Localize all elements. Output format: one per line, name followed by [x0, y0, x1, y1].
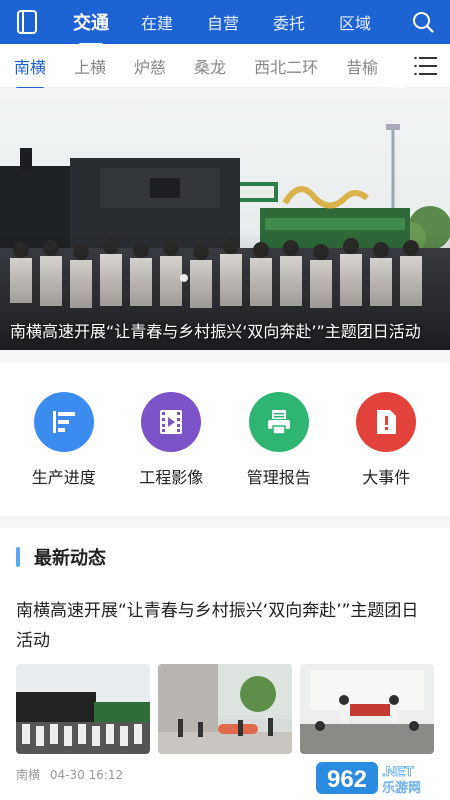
news-thumbnail-meeting [300, 664, 434, 754]
news-meta: 南横 04-30 16:12 [16, 766, 123, 783]
quick-link-major-events[interactable]: 大事件 [336, 378, 436, 498]
watermark-number: 962 [327, 766, 367, 793]
banner-carousel[interactable]: 南横高速开展“让青春与乡村振兴‘双向奔赴’”主题团日活动 [0, 88, 450, 350]
sub-nav-bar: 南横 上横 炉慈 桑龙 西北二环 昔榆 [0, 44, 450, 90]
section-divider [0, 516, 450, 528]
quick-link-label: 管理报告 [246, 468, 311, 487]
news-item-title[interactable]: 南横高速开展“让青春与乡村振兴‘双向奔赴’”主题团日活动 [16, 596, 434, 656]
section-divider [0, 350, 450, 362]
news-thumbnail-train [16, 664, 150, 754]
quick-links: 生产进度 工程影像 管理报告 大事件 [0, 378, 450, 498]
carousel-indicator-dot[interactable] [180, 274, 188, 282]
sub-tab-nanheng[interactable]: 南横 [0, 54, 60, 90]
quick-link-label: 大事件 [362, 468, 411, 487]
banner-caption[interactable]: 南横高速开展“让青春与乡村振兴‘双向奔赴’”主题团日活动 [10, 320, 440, 344]
watermark-net: .NET [382, 763, 414, 779]
news-thumbnails[interactable] [16, 664, 434, 754]
section-header-latest: 最新动态 [16, 544, 106, 570]
quick-link-management-report[interactable]: 管理报告 [229, 378, 329, 498]
sub-tab-sanglong[interactable]: 桑龙 [180, 54, 240, 78]
section-title: 最新动态 [34, 548, 106, 569]
tabs-fade [376, 44, 406, 88]
alert-doc-icon [356, 392, 417, 452]
top-nav-item-traffic[interactable]: 交通 [58, 9, 124, 46]
top-nav-item-self-operated[interactable]: 自营 [190, 10, 256, 34]
sub-tab-luci[interactable]: 炉慈 [120, 54, 180, 78]
banner-photo [0, 88, 450, 350]
progress-icon [33, 392, 94, 452]
top-nav-item-construction[interactable]: 在建 [124, 10, 190, 34]
top-nav-item-region[interactable]: 区域 [322, 10, 388, 34]
watermark-sub: 乐游网 [382, 781, 421, 796]
news-source: 南横 [16, 768, 41, 782]
sub-tab-shangheng[interactable]: 上横 [60, 54, 120, 78]
top-nav-bar: 交通 在建 自营 委托 区域 [0, 0, 450, 46]
sub-tab-northwest-ring2[interactable]: 西北二环 [240, 54, 332, 78]
quick-link-project-images[interactable]: 工程影像 [121, 378, 221, 498]
top-nav: 交通 在建 自营 委托 区域 [58, 0, 388, 46]
site-watermark-logo: 962 .NET 乐游网 [316, 762, 421, 796]
quick-link-production-progress[interactable]: 生产进度 [14, 378, 114, 498]
film-icon [141, 392, 202, 452]
section-accent-bar [16, 547, 20, 567]
news-thumbnail-climbing [158, 664, 292, 754]
printer-icon [248, 392, 309, 452]
top-nav-item-entrusted[interactable]: 委托 [256, 10, 322, 34]
news-time: 04-30 16:12 [49, 768, 124, 782]
search-icon[interactable] [412, 11, 434, 33]
menu-icon[interactable] [414, 55, 438, 77]
quick-link-label: 生产进度 [31, 468, 96, 487]
sub-nav-tabs: 南横 上横 炉慈 桑龙 西北二环 昔榆 [0, 44, 392, 90]
quick-link-label: 工程影像 [139, 468, 204, 487]
book-icon[interactable] [16, 10, 38, 34]
